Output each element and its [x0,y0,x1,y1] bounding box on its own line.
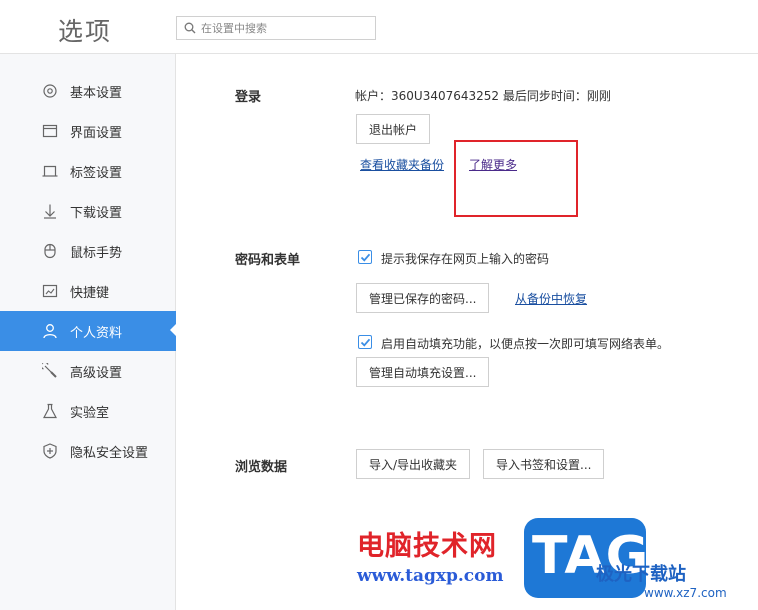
sidebar-item-advanced[interactable]: 高级设置 [0,352,176,390]
sidebar-item-label: 下载设置 [70,206,123,221]
logout-button[interactable]: 退出帐户 [356,114,431,144]
sidebar-item-basic[interactable]: 基本设置 [0,72,176,110]
sidebar-item-label: 快捷键 [70,286,110,301]
header: 选项 [0,0,758,54]
password-section-title: 密码和表单 [235,253,301,268]
sidebar-item-privacy[interactable]: 隐私安全设置 [0,432,176,470]
sidebar-item-lab[interactable]: 实验室 [0,392,176,430]
search-input[interactable] [201,18,371,38]
page-title: 选项 [58,17,113,46]
sidebar-item-shortcuts[interactable]: 快捷键 [0,272,176,310]
checkmark-icon [360,253,371,262]
view-backup-link[interactable]: 查看收藏夹备份 [360,156,444,173]
sidebar-item-label: 基本设置 [70,86,123,101]
sidebar-item-label: 鼠标手势 [70,246,123,261]
save-password-checkbox[interactable] [358,250,372,264]
login-section-title: 登录 [235,90,262,105]
sidebar-item-interface[interactable]: 界面设置 [0,112,176,150]
account-info: 帐户：360U3407643252 最后同步时间：刚刚 [355,89,611,103]
autofill-label: 启用自动填充功能，以便点按一次即可填写网络表单。 [381,337,670,351]
checkmark-icon [360,338,371,347]
watermark-site: 极光下载站 [596,564,686,585]
download-icon [44,204,56,219]
browsing-section-title: 浏览数据 [235,460,288,475]
active-indicator-arrow [170,323,177,337]
window-icon [42,124,58,138]
sidebar-item-tabs[interactable]: 标签设置 [0,152,176,190]
sidebar-item-label: 标签设置 [70,166,123,181]
restore-from-backup-link[interactable]: 从备份中恢复 [515,290,587,307]
manage-autofill-button[interactable]: 管理自动填充设置... [356,357,490,387]
search-icon [184,22,196,34]
watermark-url: www.tagxp.com [357,566,504,586]
save-password-label: 提示我保存在网页上输入的密码 [381,252,550,266]
watermark-site-url: www.xz7.com [644,586,727,600]
watermark-text: 电脑技术网 [357,531,497,562]
sidebar-item-label: 实验室 [70,406,110,421]
wrench-icon [42,363,57,378]
import-bookmarks-button[interactable]: 导入书签和设置... [483,449,605,479]
sidebar-item-download[interactable]: 下载设置 [0,192,176,230]
autofill-checkbox[interactable] [358,335,372,349]
keyboard-icon [42,284,58,298]
sidebar-item-mouse[interactable]: 鼠标手势 [0,232,176,270]
search-box[interactable] [176,16,376,40]
sidebar-item-label: 高级设置 [70,366,123,381]
sidebar-item-profile[interactable]: 个人资料 [0,311,177,351]
manage-passwords-button[interactable]: 管理已保存的密码... [356,283,490,313]
highlight-annotation-box [454,140,578,217]
mouse-icon [44,243,56,259]
shield-icon [43,443,57,459]
flask-icon [43,403,57,419]
sidebar-item-label: 隐私安全设置 [70,446,149,461]
sidebar-item-label: 个人资料 [70,326,123,341]
gear-icon [43,84,57,98]
tab-icon [42,165,58,177]
sidebar: 基本设置 界面设置 标签设置 下载设置 鼠标手势 快捷键 个人资料 高级设置 实… [0,54,177,610]
user-icon [43,324,57,339]
import-export-favorites-button[interactable]: 导入/导出收藏夹 [356,449,471,479]
watermark-tag-logo: TAG [524,518,648,598]
sidebar-item-label: 界面设置 [70,126,123,141]
